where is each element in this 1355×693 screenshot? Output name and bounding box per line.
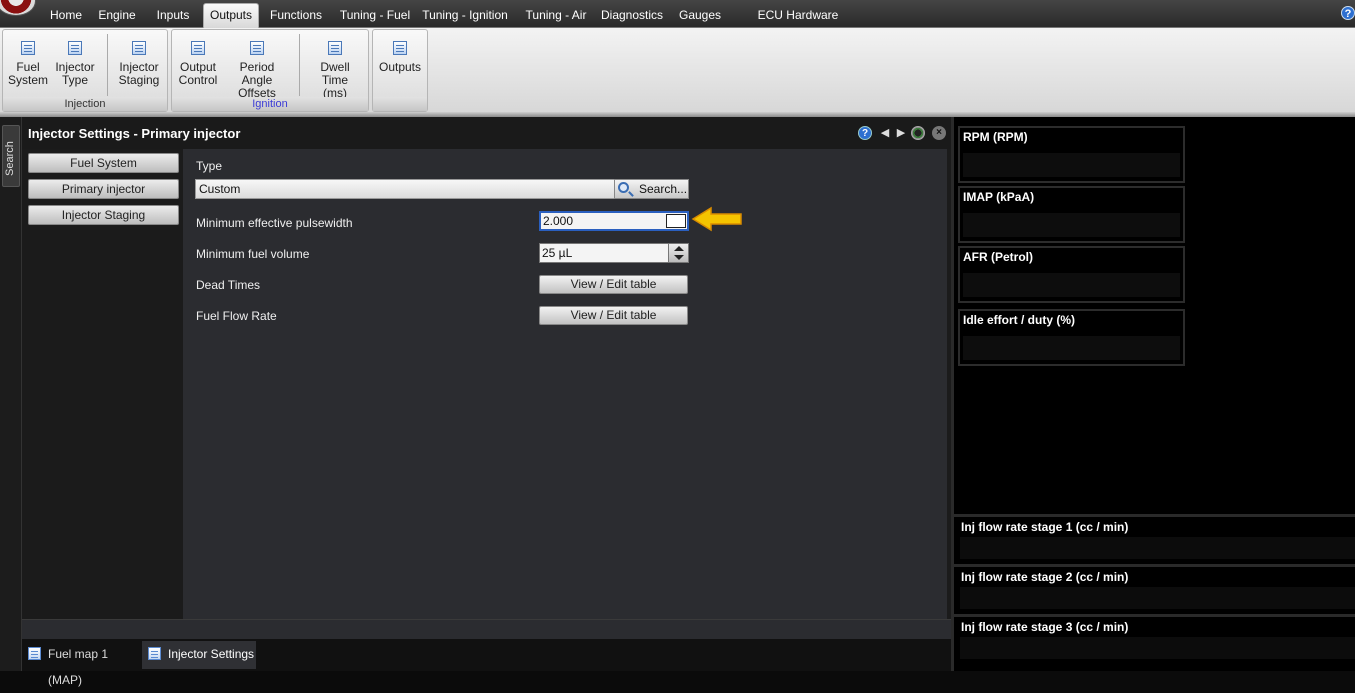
gauge-label: Inj flow rate stage 3 (cc / min) xyxy=(961,620,1129,634)
search-button[interactable]: Search... xyxy=(614,179,689,199)
gauge-rpm[interactable]: RPM (RPM) xyxy=(958,126,1185,183)
nav-primary-injector[interactable]: Primary injector xyxy=(28,179,179,199)
fuel-system-button[interactable]: Fuel System xyxy=(5,30,51,98)
gauge-label: Inj flow rate stage 2 (cc / min) xyxy=(961,570,1129,584)
gauge-icon[interactable] xyxy=(911,126,925,140)
spin-up-icon[interactable] xyxy=(674,246,684,251)
gauge-afr[interactable]: AFR (Petrol) xyxy=(958,246,1185,303)
fuel-flow-rate-label: Fuel Flow Rate xyxy=(196,309,277,323)
gauge-inj-flow-stage-3[interactable]: Inj flow rate stage 3 (cc / min) xyxy=(954,614,1355,662)
nav-injector-staging[interactable]: Injector Staging xyxy=(28,205,179,225)
help-icon[interactable]: ? xyxy=(1341,6,1355,20)
gauge-inj-flow-stage-1[interactable]: Inj flow rate stage 1 (cc / min) xyxy=(954,514,1355,562)
injector-type-field[interactable]: Custom xyxy=(195,179,615,199)
ribbon-group-label xyxy=(373,97,427,111)
table-icon xyxy=(132,41,146,55)
search-strip: Search xyxy=(0,117,22,671)
settings-content: Type Custom Search... Minimum effective … xyxy=(183,149,947,619)
search-tab[interactable]: Search xyxy=(2,125,20,187)
table-icon xyxy=(191,41,205,55)
tab-tuning-fuel[interactable]: Tuning - Fuel xyxy=(336,5,414,27)
main-menu-bar: Home Engine Inputs Outputs Functions Tun… xyxy=(0,0,1355,42)
tab-tuning-air[interactable]: Tuning - Air xyxy=(523,5,589,27)
gauge-label: AFR (Petrol) xyxy=(963,250,1033,264)
ribbon-divider xyxy=(107,34,108,96)
gauge-value xyxy=(963,153,1180,177)
gauge-label: Inj flow rate stage 1 (cc / min) xyxy=(961,520,1129,534)
gauge-label: RPM (RPM) xyxy=(963,130,1028,144)
table-icon xyxy=(250,41,264,55)
type-label: Type xyxy=(196,159,223,173)
table-icon xyxy=(393,41,407,55)
gauge-value xyxy=(963,336,1180,360)
dead-times-edit-button[interactable]: View / Edit table xyxy=(539,275,688,294)
panel-title: Injector Settings - Primary injector xyxy=(28,126,241,141)
period-angle-offsets-button[interactable]: Period Angle Offsets xyxy=(224,30,290,100)
tab-gauges[interactable]: Gauges xyxy=(676,5,724,27)
dwell-time-button[interactable]: Dwell Time (ms) xyxy=(306,30,364,100)
gauge-label: Idle effort / duty (%) xyxy=(963,313,1075,327)
gauge-value xyxy=(963,273,1180,297)
panel-header: Injector Settings - Primary injector ? ◀… xyxy=(22,117,951,149)
search-icon xyxy=(618,182,629,193)
ribbon-toolbar: Fuel System Injector Type Injector Stagi… xyxy=(0,28,1355,117)
injector-settings-panel: Injector Settings - Primary injector ? ◀… xyxy=(22,117,951,639)
spinner[interactable] xyxy=(668,244,688,262)
tab-tuning-ignition[interactable]: Tuning - Ignition xyxy=(420,5,510,27)
table-icon xyxy=(28,647,41,660)
ribbon-group-outputs: Outputs xyxy=(372,29,428,112)
settings-nav: Fuel System Primary injector Injector St… xyxy=(22,149,183,619)
tab-ecu-hardware-settings[interactable]: ECU Hardware Settings xyxy=(735,5,861,42)
tab-inputs[interactable]: Inputs xyxy=(150,5,196,27)
gauge-inj-flow-stage-2[interactable]: Inj flow rate stage 2 (cc / min) xyxy=(954,564,1355,612)
tab-functions[interactable]: Functions xyxy=(265,5,327,27)
table-icon xyxy=(21,41,35,55)
document-tabs: Fuel map 1 (MAP) Injector Settings xyxy=(22,639,951,687)
gauge-value xyxy=(963,213,1180,237)
outputs-button[interactable]: Outputs xyxy=(375,30,425,98)
spin-down-icon[interactable] xyxy=(674,255,684,260)
app-logo[interactable] xyxy=(0,0,36,16)
spinner[interactable] xyxy=(666,214,686,228)
dead-times-label: Dead Times xyxy=(196,278,261,292)
gauge-label: IMAP (kPaA) xyxy=(963,190,1035,204)
gauge-imap[interactable]: IMAP (kPaA) xyxy=(958,186,1185,243)
doc-tab-injector-settings[interactable]: Injector Settings xyxy=(142,641,256,669)
ribbon-group-label: Injection xyxy=(3,97,167,111)
ribbon-group-label: Ignition xyxy=(172,97,368,111)
min-pulsewidth-input[interactable]: 2.000 xyxy=(539,211,689,231)
injector-staging-button[interactable]: Injector Staging xyxy=(113,30,165,98)
table-icon xyxy=(328,41,342,55)
nav-fuel-system[interactable]: Fuel System xyxy=(28,153,179,173)
min-pulsewidth-label: Minimum effective pulsewidth xyxy=(196,216,353,230)
highlight-arrow-icon xyxy=(691,206,742,232)
min-fuel-volume-label: Minimum fuel volume xyxy=(196,247,310,261)
table-icon xyxy=(68,41,82,55)
next-arrow-icon[interactable]: ▶ xyxy=(894,126,908,140)
min-fuel-volume-input[interactable]: 25 µL xyxy=(539,243,689,263)
help-icon[interactable]: ? xyxy=(858,126,872,140)
prev-arrow-icon[interactable]: ◀ xyxy=(878,126,892,140)
doc-tab-fuel-map[interactable]: Fuel map 1 (MAP) xyxy=(22,641,140,687)
tab-home[interactable]: Home xyxy=(44,5,88,27)
table-icon xyxy=(148,647,161,660)
tab-engine[interactable]: Engine xyxy=(94,5,140,27)
output-control-button[interactable]: Output Control xyxy=(176,30,220,98)
ribbon-divider xyxy=(299,34,300,96)
tab-diagnostics[interactable]: Diagnostics xyxy=(598,5,666,27)
tab-outputs[interactable]: Outputs xyxy=(203,3,259,28)
gauge-panel: RPM (RPM) IMAP (kPaA) AFR (Petrol) Idle … xyxy=(951,117,1355,671)
injector-type-button[interactable]: Injector Type xyxy=(51,30,99,98)
fuel-flow-rate-edit-button[interactable]: View / Edit table xyxy=(539,306,688,325)
close-icon[interactable]: × xyxy=(932,126,946,140)
gauge-value xyxy=(960,537,1355,559)
ribbon-group-injection: Fuel System Injector Type Injector Stagi… xyxy=(2,29,168,112)
panel-footer xyxy=(22,619,951,639)
gauge-value xyxy=(960,587,1355,609)
gauge-idle-effort[interactable]: Idle effort / duty (%) xyxy=(958,309,1185,366)
ribbon-group-ignition: Output Control Period Angle Offsets Dwel… xyxy=(171,29,369,112)
gauge-value xyxy=(960,637,1355,659)
